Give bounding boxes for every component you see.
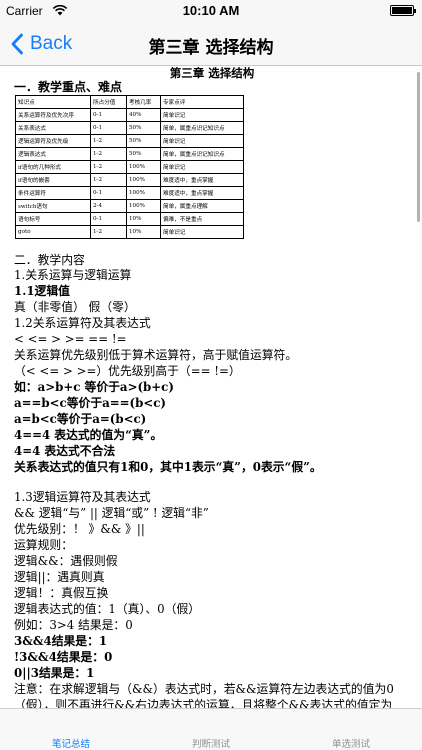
text-line: 逻辑表达式的值：1（真）、0（假） <box>14 602 201 616</box>
table-row: if语句的嵌套 1-2 100% 难度适中，重点掌握 <box>15 173 244 187</box>
table-row: 语句标号 0-1 10% 偏难，不是重点 <box>15 212 244 226</box>
navigation-bar: Back 第三章 选择结构 <box>0 22 422 66</box>
text-line: 逻辑&&：遇假则假 <box>14 554 118 568</box>
text-line: （< <= > >=）优先级别高于（== !=） <box>14 364 241 378</box>
table-cell: 简单识记 <box>160 134 244 148</box>
table-cell: 2-4 <box>90 199 127 213</box>
table-cell: 100% <box>126 173 161 187</box>
document-title: 第三章 选择结构 <box>169 66 255 80</box>
tab-single-choice-test[interactable]: 单选测试 <box>281 736 421 750</box>
text-line: 3&&4结果是：1 <box>14 634 108 648</box>
text-line: 关系运算优先级别低于算术运算符，高于赋值运算符。 <box>14 348 298 362</box>
table-header-row: 知识点 所占分值 考核几率 专家点评 <box>15 95 244 109</box>
table-cell: 简单，属重点识记知识点 <box>160 147 244 161</box>
text-line: 4=4 表达式不合法 <box>14 444 116 458</box>
table-cell: 10% <box>126 212 161 226</box>
text-line: 运算规则： <box>14 538 73 552</box>
text-line: 1.3逻辑运算符及其表达式 <box>14 490 151 504</box>
text-line: < <= > >= == != <box>14 332 127 346</box>
table-cell: 简单，属重点识记知识点 <box>160 121 244 135</box>
page-title: 第三章 选择结构 <box>148 38 274 58</box>
table-cell: if语句的嵌套 <box>15 173 91 187</box>
table-cell: switch语句 <box>15 199 91 213</box>
table-cell: 所占分值 <box>90 95 127 109</box>
table-cell: 100% <box>126 186 161 200</box>
table-cell: 50% <box>126 134 161 148</box>
table-cell: 100% <box>126 160 161 174</box>
table-cell: 知识点 <box>15 95 91 109</box>
table-cell: 偏难，不是重点 <box>160 212 244 226</box>
table-cell: 50% <box>126 147 161 161</box>
tab-notes-summary[interactable]: 笔记总结 <box>1 736 141 750</box>
table-cell: 1-2 <box>90 225 127 239</box>
table-row: 逻辑表达式 1-2 50% 简单，属重点识记知识点 <box>15 147 244 161</box>
text-line: a=b<c等价于a=(b<c) <box>14 412 147 426</box>
battery-icon <box>390 5 416 16</box>
text-line: 逻辑||：遇真则真 <box>14 570 105 584</box>
table-cell: 简单识记 <box>160 108 244 122</box>
table-cell: 100% <box>126 199 161 213</box>
text-line: 关系表达式的值只有1和0，其中1表示“真”，0表示“假”。 <box>14 460 322 474</box>
section-heading-key-points: 一．教学重点、难点 <box>14 80 123 94</box>
table-cell: 0-1 <box>90 108 127 122</box>
notes-content[interactable]: 第三章 选择结构 一．教学重点、难点 知识点 所占分值 考核几率 专家点评 关系运算符及… <box>0 66 422 708</box>
text-line: 真（非零值） 假（零） <box>14 300 136 314</box>
table-row: switch语句 2-4 100% 简单，属重点理解 <box>15 199 244 213</box>
text-line: 1.1逻辑值 <box>14 284 70 298</box>
text-line: 1.关系运算与逻辑运算 <box>14 268 132 282</box>
table-cell: 0-1 <box>90 186 127 200</box>
table-cell: 关系表达式 <box>15 121 91 135</box>
text-line: !3&&4结果是：0 <box>14 650 113 664</box>
table-cell: 1-2 <box>90 173 127 187</box>
text-line: 1.2关系运算符及其表达式 <box>14 316 151 330</box>
text-line: 如：a>b+c 等价于a>(b+c) <box>14 380 174 394</box>
table-cell: goto <box>15 225 91 239</box>
tab-bar: 笔记总结 判断测试 单选测试 <box>0 708 422 750</box>
table-cell: 40% <box>126 108 161 122</box>
table-cell: 1-2 <box>90 134 127 148</box>
table-row: goto 1-2 10% 简单识记 <box>15 225 244 239</box>
status-bar: Carrier 10:10 AM <box>0 0 422 22</box>
table-cell: 逻辑运算符及优先级 <box>15 134 91 148</box>
table-cell: 0-1 <box>90 121 127 135</box>
table-cell: 逻辑表达式 <box>15 147 91 161</box>
table-row: 条件运算符 0-1 100% 难度适中，重点掌握 <box>15 186 244 200</box>
table-row: 逻辑运算符及优先级 1-2 50% 简单识记 <box>15 134 244 148</box>
tab-true-false-test[interactable]: 判断测试 <box>141 736 281 750</box>
text-line: 逻辑！：真假互换 <box>14 586 109 600</box>
table-cell: 0-1 <box>90 212 127 226</box>
table-cell: 语句标号 <box>15 212 91 226</box>
table-cell: 难度适中，重点掌握 <box>160 186 244 200</box>
table-cell: 1-2 <box>90 147 127 161</box>
table-row: if语句的几种形式 1-2 100% 简单识记 <box>15 160 244 174</box>
table-cell: 简单，属重点理解 <box>160 199 244 213</box>
text-line: 4==4 表达式的值为“真”。 <box>14 428 163 442</box>
note-paragraph: 注意：在求解逻辑与（&&）表达式时，若&&运算符左边表达式的值为0（假），则不再… <box>14 682 394 708</box>
knowledge-points-table: 知识点 所占分值 考核几率 专家点评 关系运算符及优先次序 0-1 40% 简单识记 关系表达式… <box>15 95 244 239</box>
text-line: 优先级别：！ 》&& 》|| <box>14 522 145 536</box>
text-line: 例如：3>4 结果是：0 <box>14 618 133 632</box>
table-cell: 1-2 <box>90 160 127 174</box>
document-body: 二．教学内容 1.关系运算与逻辑运算 1.1逻辑值真（非零值） 假（零） 1.2关系… <box>14 253 410 708</box>
text-line: && 逻辑“与” || 逻辑“或” ! 逻辑“非” <box>14 506 209 520</box>
table-cell: 10% <box>126 225 161 239</box>
section-heading-content: 二．教学内容 <box>14 253 85 267</box>
status-time: 10:10 AM <box>182 3 240 18</box>
text-line: 0||3结果是：1 <box>14 666 95 680</box>
table-cell: 专家点评 <box>160 95 244 109</box>
table-cell: 条件运算符 <box>15 186 91 200</box>
table-row: 关系运算符及优先次序 0-1 40% 简单识记 <box>15 108 244 122</box>
relational-operators-section: 1.关系运算与逻辑运算 1.1逻辑值真（非零值） 假（零） 1.2关系运算符及其表达… <box>14 267 410 475</box>
table-row: 关系表达式 0-1 50% 简单，属重点识记知识点 <box>15 121 244 135</box>
table-cell: if语句的几种形式 <box>15 160 91 174</box>
table-cell: 简单识记 <box>160 160 244 174</box>
table-cell: 50% <box>126 121 161 135</box>
logical-operators-section: 1.3逻辑运算符及其表达式 && 逻辑“与” || 逻辑“或” ! 逻辑“非” 优先… <box>14 489 410 681</box>
scrollbar[interactable] <box>417 72 420 222</box>
table-cell: 考核几率 <box>126 95 161 109</box>
table-cell: 简单识记 <box>160 225 244 239</box>
table-cell: 难度适中，重点掌握 <box>160 173 244 187</box>
text-line: a==b<c等价于a==(b<c) <box>14 396 167 410</box>
table-cell: 关系运算符及优先次序 <box>15 108 91 122</box>
